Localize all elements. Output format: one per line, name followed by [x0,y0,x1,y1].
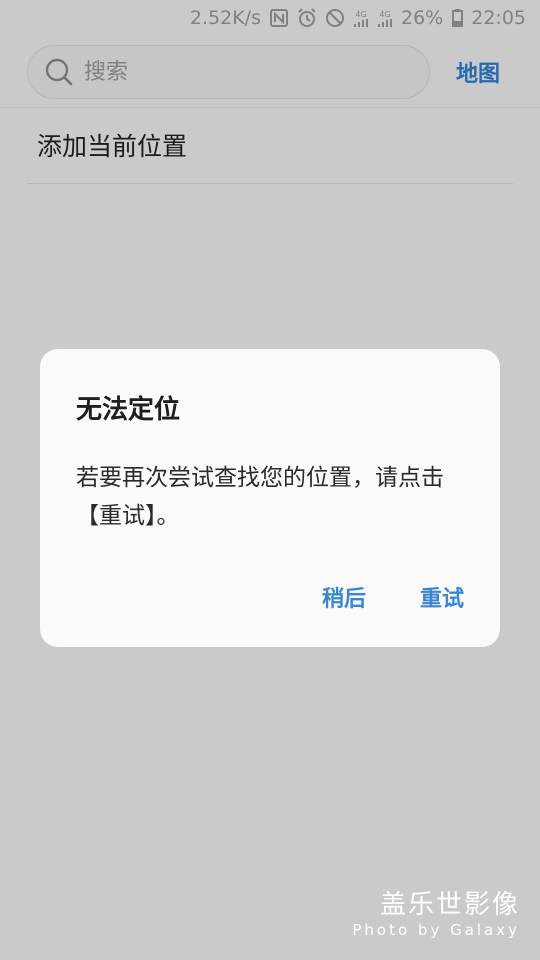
screen: 2.52K/s 4G 4G 26% 22:05 地图 [0,0,540,960]
dialog-title: 无法定位 [76,395,181,425]
watermark-subtitle: Photo by Galaxy [352,921,520,939]
retry-button[interactable]: 重试 [420,581,464,613]
dialog-message: 若要再次尝试查找您的位置，请点击【重试】。 [76,465,444,529]
watermark-title: 盖乐世影像 [379,890,520,920]
dialog-actions: 稍后 重试 [322,581,464,613]
location-error-dialog: 无法定位 若要再次尝试查找您的位置，请点击【重试】。 稍后 重试 [40,349,500,647]
later-button[interactable]: 稍后 [322,581,366,613]
watermark: 盖乐世影像 Photo by Galaxy [352,890,520,940]
